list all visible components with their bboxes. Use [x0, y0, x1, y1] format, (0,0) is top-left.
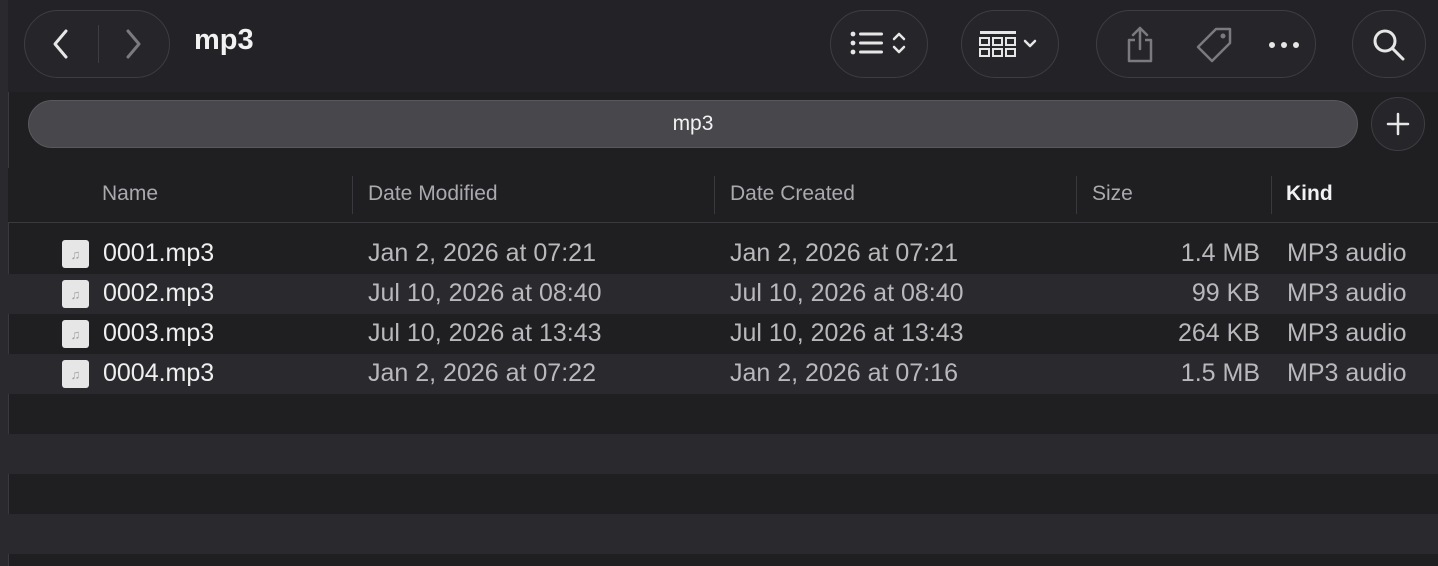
- tag-button[interactable]: [1189, 23, 1239, 67]
- empty-row: [8, 474, 1438, 514]
- forward-button[interactable]: [111, 25, 155, 63]
- file-name: 0002.mp3: [103, 279, 215, 307]
- table-row[interactable]: ♫ 0003.mp3 Jul 10, 2026 at 13:43 Jul 10,…: [8, 314, 1438, 354]
- search-icon: [1367, 23, 1411, 67]
- file-kind: MP3 audio: [1287, 359, 1407, 387]
- audio-file-icon: ♫: [62, 360, 89, 388]
- file-size: 1.5 MB: [1180, 359, 1260, 387]
- file-list: ♫ 0001.mp3 Jan 2, 2026 at 07:21 Jan 2, 2…: [8, 234, 1438, 554]
- tab-mp3[interactable]: mp3: [28, 100, 1358, 148]
- column-divider[interactable]: [714, 176, 715, 214]
- new-tab-button[interactable]: [1371, 97, 1425, 151]
- search-button[interactable]: [1352, 10, 1426, 78]
- column-divider[interactable]: [1076, 176, 1077, 214]
- share-icon: [1127, 26, 1153, 63]
- share-button[interactable]: [1115, 23, 1165, 67]
- toolbar: mp3: [8, 0, 1438, 92]
- column-divider[interactable]: [1271, 176, 1272, 214]
- tag-icon: [1196, 27, 1232, 63]
- date-created: Jul 10, 2026 at 13:43: [730, 319, 964, 347]
- group-options-button[interactable]: [961, 10, 1059, 78]
- plus-icon: [1386, 112, 1410, 136]
- chevron-left-icon: [53, 29, 68, 59]
- tab-label: mp3: [672, 112, 714, 135]
- column-header-size[interactable]: Size: [1092, 182, 1133, 206]
- column-header-kind[interactable]: Kind: [1286, 182, 1333, 206]
- date-created: Jan 2, 2026 at 07:16: [730, 359, 958, 387]
- group-grid-icon: [978, 25, 1044, 63]
- file-kind: MP3 audio: [1287, 279, 1407, 307]
- file-name: 0004.mp3: [103, 359, 215, 387]
- file-name: 0001.mp3: [103, 239, 215, 267]
- empty-row: [8, 394, 1438, 434]
- date-modified: Jan 2, 2026 at 07:21: [368, 239, 596, 267]
- file-size: 1.4 MB: [1180, 239, 1260, 267]
- table-row[interactable]: ♫ 0002.mp3 Jul 10, 2026 at 08:40 Jul 10,…: [8, 274, 1438, 314]
- date-modified: Jan 2, 2026 at 07:22: [368, 359, 596, 387]
- table-row[interactable]: ♫ 0001.mp3 Jan 2, 2026 at 07:21 Jan 2, 2…: [8, 234, 1438, 274]
- file-kind: MP3 audio: [1287, 239, 1407, 267]
- window-title: mp3: [194, 24, 254, 56]
- table-row[interactable]: ♫ 0004.mp3 Jan 2, 2026 at 07:22 Jan 2, 2…: [8, 354, 1438, 394]
- list-header: Name Date Modified Date Created Size Kin…: [8, 168, 1438, 223]
- chevron-right-icon: [126, 29, 141, 59]
- navigation-group: [24, 10, 170, 78]
- empty-row: [8, 514, 1438, 554]
- audio-file-icon: ♫: [62, 280, 89, 308]
- empty-row: [8, 434, 1438, 474]
- file-size: 264 KB: [1177, 319, 1260, 347]
- date-modified: Jul 10, 2026 at 08:40: [368, 279, 602, 307]
- audio-file-icon: ♫: [62, 320, 89, 348]
- date-created: Jan 2, 2026 at 07:21: [730, 239, 958, 267]
- file-kind: MP3 audio: [1287, 319, 1407, 347]
- date-modified: Jul 10, 2026 at 13:43: [368, 319, 602, 347]
- back-button[interactable]: [39, 25, 83, 63]
- actions-group: [1096, 10, 1316, 78]
- finder-window: mp3 mp3 Name Date Modified Date Created …: [0, 0, 1438, 566]
- ellipsis-icon: [1269, 42, 1299, 48]
- file-size: 99 KB: [1191, 279, 1260, 307]
- file-name: 0003.mp3: [103, 319, 215, 347]
- date-created: Jul 10, 2026 at 08:40: [730, 279, 964, 307]
- audio-file-icon: ♫: [62, 240, 89, 268]
- column-header-date-created[interactable]: Date Created: [730, 182, 855, 206]
- more-button[interactable]: [1259, 23, 1309, 67]
- column-header-date-modified[interactable]: Date Modified: [368, 182, 498, 206]
- nav-divider: [98, 25, 99, 63]
- column-divider[interactable]: [352, 176, 353, 214]
- column-header-name[interactable]: Name: [102, 182, 158, 206]
- view-options-button[interactable]: [830, 10, 928, 78]
- list-view-icon: [847, 25, 913, 63]
